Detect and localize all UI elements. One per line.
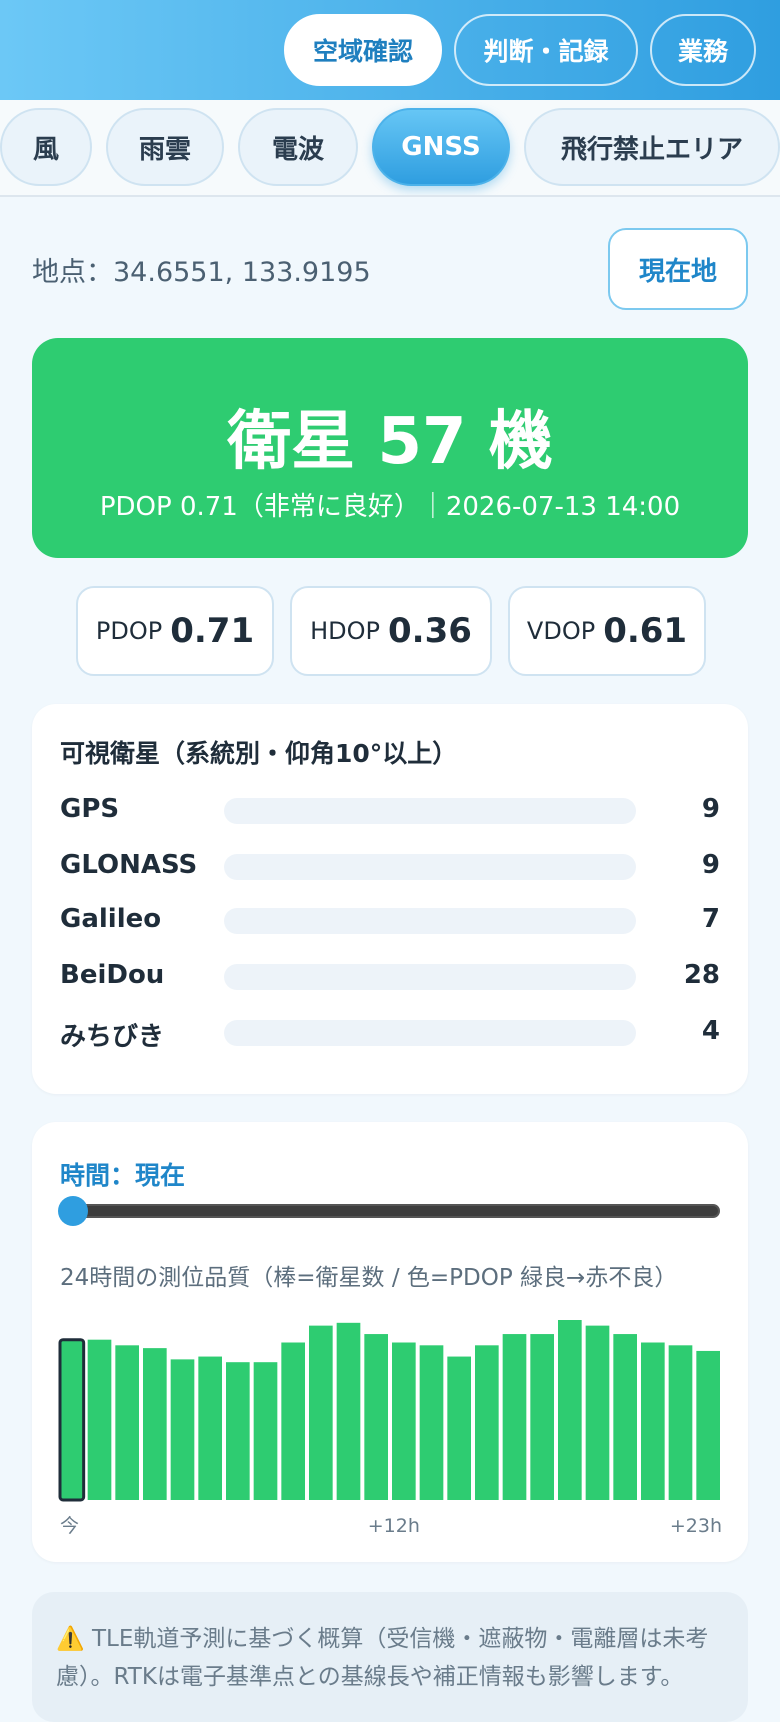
hour-bar-5[interactable]: [198, 1356, 222, 1500]
visible-satellites-title: 可視衛星（系統別・仰角10°以上）: [60, 739, 458, 768]
system-row-galileo: Galileo 7: [60, 900, 720, 940]
time-title: 時間：現在: [60, 1161, 186, 1190]
tick-label-1: +12h: [368, 1515, 420, 1537]
system-bar: [224, 798, 636, 824]
hour-bar-7[interactable]: [253, 1362, 278, 1500]
system-count: 9: [701, 794, 720, 824]
tab-radio[interactable]: 電波: [238, 108, 358, 186]
hour-bar-21[interactable]: [641, 1342, 665, 1501]
hour-bar-15[interactable]: [475, 1345, 499, 1500]
vdop-value: 0.61: [603, 611, 688, 651]
hour-bar-19[interactable]: [585, 1325, 610, 1500]
timeline-card: 時間：現在 24時間の測位品質（棒=衛星数 / 色=PDOP 緑良→赤不良） 今…: [32, 1122, 748, 1562]
hour-bar-0[interactable]: [58, 1338, 86, 1502]
current-location-button[interactable]: 現在地: [608, 228, 748, 310]
system-count: 28: [683, 960, 720, 990]
location-text: 地点：34.6551, 133.9195: [32, 257, 371, 288]
tick-label-0: 今: [60, 1515, 79, 1537]
hour-bar-8[interactable]: [281, 1342, 305, 1501]
hdop-label: HDOP: [310, 617, 380, 645]
system-count: 9: [701, 850, 720, 880]
system-name: GLONASS: [60, 850, 198, 880]
disclaimer-body: TLE軌道予測に基づく概算（受信機・遮蔽物・電離層は未考慮）。RTKは電子基準点…: [56, 1626, 709, 1690]
system-bar: [224, 908, 636, 934]
hour-bar-3[interactable]: [143, 1348, 167, 1500]
hour-bar-1[interactable]: [87, 1339, 112, 1500]
hour-bar-14[interactable]: [447, 1356, 471, 1500]
system-name: BeiDou: [60, 960, 165, 990]
tab-rain-cloud[interactable]: 雨雲: [106, 108, 224, 186]
hdop-value: 0.36: [388, 611, 472, 651]
pdop-bar-chart: 今 +12h +23h: [58, 1320, 722, 1537]
vdop-label: VDOP: [526, 617, 596, 645]
system-row-beidou: BeiDou 28: [60, 956, 720, 996]
disclaimer-note: ⚠️ TLE軌道予測に基づく概算（受信機・遮蔽物・電離層は未考慮）。RTKは電子…: [32, 1592, 748, 1722]
system-name: Galileo: [60, 904, 162, 934]
system-row-glonass: GLONASS 9: [60, 846, 720, 886]
hour-bar-23[interactable]: [696, 1350, 720, 1500]
tab-wind[interactable]: 風: [0, 108, 92, 186]
hour-bar-4[interactable]: [170, 1359, 195, 1500]
system-name: GPS: [60, 794, 120, 824]
sub-tab-bar: 風 雨雲 電波 GNSS 飛行禁止エリア: [0, 100, 780, 197]
vdop-box: VDOP 0.61: [508, 586, 706, 676]
hour-bar-18[interactable]: [558, 1320, 582, 1500]
nav-judgment-record-button[interactable]: 判断・記録: [454, 14, 638, 86]
hdop-box: HDOP 0.36: [290, 586, 492, 676]
time-slider-track[interactable]: [60, 1204, 720, 1218]
tab-no-fly-zone[interactable]: 飛行禁止エリア: [524, 108, 780, 186]
nav-airspace-check-button[interactable]: 空域確認: [284, 14, 442, 86]
system-row-michibiki: みちびき 4: [60, 1012, 720, 1052]
tick-label-2: +23h: [670, 1515, 722, 1537]
system-row-gps: GPS 9: [60, 790, 720, 830]
hour-bar-20[interactable]: [613, 1334, 637, 1500]
time-slider-handle[interactable]: [58, 1196, 88, 1226]
system-bar: [224, 1020, 636, 1046]
hour-bar-16[interactable]: [502, 1334, 527, 1500]
hour-bar-6[interactable]: [226, 1362, 250, 1500]
system-count: 4: [701, 1016, 720, 1046]
satellite-count: 衛星 57 機: [227, 405, 553, 479]
pdop-box: PDOP 0.71: [76, 586, 274, 676]
warning-icon: ⚠️: [56, 1626, 85, 1652]
hour-bar-12[interactable]: [392, 1342, 416, 1501]
hour-bar-2[interactable]: [115, 1345, 139, 1500]
hour-bar-9[interactable]: [309, 1325, 333, 1500]
hour-bar-17[interactable]: [530, 1334, 554, 1500]
pdop-label: PDOP: [95, 617, 163, 645]
system-name: みちびき: [60, 1022, 165, 1052]
hour-bar-11[interactable]: [364, 1334, 388, 1500]
pdop-summary: PDOP 0.71（非常に良好）｜2026-07-13 14:00: [99, 492, 681, 522]
hour-bar-13[interactable]: [419, 1345, 444, 1500]
system-bar: [224, 964, 636, 990]
visible-satellites-card: 可視衛星（系統別・仰角10°以上） GPS 9 GLONASS 9 Galile…: [32, 704, 748, 1094]
satellite-summary-card: 衛星 57 機 PDOP 0.71（非常に良好）｜2026-07-13 14:0…: [32, 338, 748, 558]
system-count: 7: [701, 904, 720, 934]
hour-bar-22[interactable]: [668, 1345, 693, 1500]
disclaimer-text: ⚠️ TLE軌道予測に基づく概算（受信機・遮蔽物・電離層は未考慮）。RTKは電子…: [56, 1620, 726, 1696]
chart-caption: 24時間の測位品質（棒=衛星数 / 色=PDOP 緑良→赤不良）: [60, 1265, 678, 1291]
hour-bar-10[interactable]: [336, 1322, 361, 1500]
nav-business-button[interactable]: 業務: [650, 14, 756, 86]
system-bar: [224, 854, 636, 880]
app-header: 空域確認 判断・記録 業務: [0, 0, 780, 100]
tab-gnss[interactable]: GNSS: [372, 108, 510, 186]
pdop-value: 0.71: [170, 611, 255, 651]
